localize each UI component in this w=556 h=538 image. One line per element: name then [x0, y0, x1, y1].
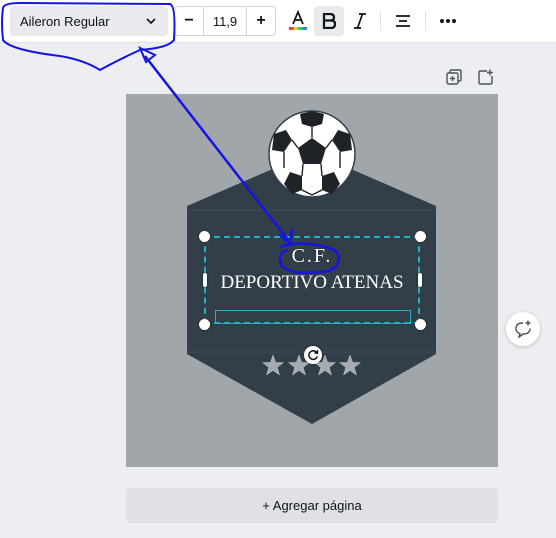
selection-frame: [204, 236, 420, 324]
comment-icon: [515, 320, 531, 338]
text-color-button[interactable]: [283, 6, 313, 36]
rotate-handle[interactable]: [304, 346, 322, 364]
more-icon: [440, 19, 456, 23]
text-color-icon: [289, 10, 307, 30]
resize-handle-top-left[interactable]: [199, 231, 210, 242]
font-family-label: Aileron Regular: [20, 13, 110, 29]
resize-handle-top-right[interactable]: [415, 231, 426, 242]
align-button[interactable]: [388, 6, 418, 36]
align-center-icon: [396, 15, 410, 27]
resize-handle-left[interactable]: [203, 273, 207, 287]
toolbar-divider: [380, 11, 381, 31]
italic-icon: [354, 13, 366, 29]
bold-button[interactable]: [314, 6, 344, 36]
font-size-input[interactable]: 11,9: [203, 7, 247, 35]
more-options-button[interactable]: [433, 6, 463, 36]
add-comment-button[interactable]: [506, 312, 540, 346]
chevron-down-icon: [146, 18, 156, 25]
increase-font-size-button[interactable]: +: [247, 7, 275, 35]
resize-handle-right[interactable]: [418, 273, 422, 287]
resize-handle-bottom-left[interactable]: [199, 319, 210, 330]
rotate-icon: [308, 350, 319, 361]
font-family-dropdown[interactable]: Aileron Regular: [10, 6, 168, 36]
italic-button[interactable]: [345, 6, 375, 36]
decrease-font-size-button[interactable]: −: [175, 7, 203, 35]
add-page-button[interactable]: + Agregar página: [126, 488, 498, 523]
soccer-ball-icon: [268, 110, 356, 198]
add-page-top-button[interactable]: [476, 67, 496, 87]
resize-handle-bottom-right[interactable]: [415, 319, 426, 330]
bold-icon: [322, 13, 336, 29]
add-page-icon: [478, 69, 493, 85]
design-canvas[interactable]: C.F. DEPORTIVO ATENAS: [126, 94, 498, 467]
duplicate-page-icon: [446, 69, 462, 85]
toolbar-divider: [425, 11, 426, 31]
duplicate-page-button[interactable]: [444, 67, 464, 87]
annotation-arrow-head-top: [138, 45, 157, 64]
font-size-control: − 11,9 +: [174, 6, 276, 36]
text-toolbar: Aileron Regular − 11,9 +: [0, 0, 556, 43]
